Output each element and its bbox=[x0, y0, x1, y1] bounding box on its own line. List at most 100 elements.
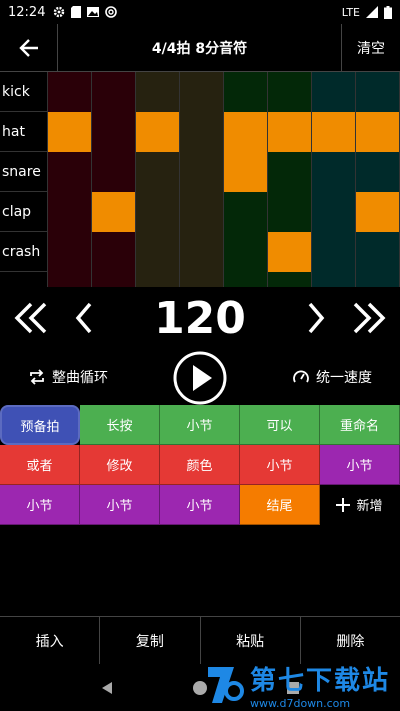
beat-cell[interactable] bbox=[136, 232, 180, 272]
beat-cell[interactable] bbox=[224, 72, 268, 112]
measure-button[interactable]: 或者 bbox=[0, 445, 80, 485]
beat-cell[interactable] bbox=[92, 232, 136, 272]
measure-button[interactable]: 结尾 bbox=[240, 485, 320, 525]
pattern-row: 小节 小节 小节 结尾 新增 bbox=[0, 485, 400, 525]
tempo-decrease-fast-button[interactable] bbox=[0, 300, 64, 336]
beat-cell[interactable] bbox=[268, 272, 312, 287]
back-button[interactable] bbox=[0, 24, 58, 72]
measure-button[interactable]: 小节 bbox=[160, 405, 240, 445]
beat-cell[interactable] bbox=[268, 112, 312, 152]
measure-button[interactable]: 小节 bbox=[320, 445, 400, 485]
grid-row: crash bbox=[0, 232, 400, 272]
beat-cell[interactable] bbox=[180, 232, 224, 272]
nav-back-icon[interactable] bbox=[99, 680, 115, 696]
measure-label: 修改 bbox=[106, 459, 133, 474]
measure-button[interactable]: 小节 bbox=[80, 485, 160, 525]
tempo-increase-fast-button[interactable] bbox=[336, 300, 400, 336]
speed-label: 统一速度 bbox=[316, 370, 372, 386]
beat-cell[interactable] bbox=[312, 112, 356, 152]
arrow-left-icon bbox=[18, 39, 38, 57]
beat-cell[interactable] bbox=[312, 272, 356, 287]
instrument-label[interactable] bbox=[0, 272, 48, 287]
measure-button[interactable]: 重命名 bbox=[320, 405, 400, 445]
beat-cell[interactable] bbox=[356, 152, 400, 192]
bpm-value[interactable]: 120 bbox=[104, 293, 296, 344]
measure-button[interactable]: 小节 bbox=[160, 485, 240, 525]
beat-cell[interactable] bbox=[92, 192, 136, 232]
beat-cell[interactable] bbox=[224, 112, 268, 152]
measure-button[interactable]: 小节 bbox=[240, 445, 320, 485]
grid-row: hat bbox=[0, 112, 400, 152]
instrument-label[interactable]: hat bbox=[0, 112, 48, 151]
beat-cell[interactable] bbox=[136, 112, 180, 152]
beat-cell[interactable] bbox=[180, 112, 224, 152]
measure-label: 可以 bbox=[266, 419, 293, 434]
instrument-label[interactable]: crash bbox=[0, 232, 48, 271]
clear-button[interactable]: 清空 bbox=[342, 24, 400, 71]
tempo-decrease-button[interactable] bbox=[64, 300, 104, 336]
measure-button[interactable]: 长按 bbox=[80, 405, 160, 445]
beat-cell[interactable] bbox=[48, 72, 92, 112]
beat-cell[interactable] bbox=[356, 192, 400, 232]
beat-cell[interactable] bbox=[356, 112, 400, 152]
beat-cell[interactable] bbox=[48, 272, 92, 287]
grid-row bbox=[0, 272, 400, 287]
uniform-speed-button[interactable]: 统一速度 bbox=[292, 367, 372, 387]
measure-button[interactable]: 小节 bbox=[0, 485, 80, 525]
insert-button[interactable]: 插入 bbox=[0, 617, 101, 664]
beat-cell[interactable] bbox=[136, 272, 180, 287]
beat-cell[interactable] bbox=[180, 152, 224, 192]
beat-cell[interactable] bbox=[356, 72, 400, 112]
beat-cell[interactable] bbox=[136, 72, 180, 112]
beat-cell[interactable] bbox=[224, 272, 268, 287]
beat-cell[interactable] bbox=[312, 152, 356, 192]
time-signature-title[interactable]: 4/4拍 8分音符 bbox=[58, 24, 342, 71]
loop-label: 整曲循环 bbox=[52, 370, 108, 386]
measure-label: 小节 bbox=[26, 499, 53, 514]
measure-button[interactable]: 修改 bbox=[80, 445, 160, 485]
measure-label: 或者 bbox=[26, 459, 53, 474]
beat-cell[interactable] bbox=[312, 232, 356, 272]
measure-button[interactable]: 颜色 bbox=[160, 445, 240, 485]
paste-button[interactable]: 粘贴 bbox=[201, 617, 301, 664]
beat-cell[interactable] bbox=[356, 232, 400, 272]
beat-cell[interactable] bbox=[92, 112, 136, 152]
status-time: 12:24 bbox=[8, 4, 46, 20]
beat-cell[interactable] bbox=[312, 72, 356, 112]
beat-cell[interactable] bbox=[180, 192, 224, 232]
beat-cell[interactable] bbox=[48, 232, 92, 272]
measure-label: 小节 bbox=[266, 459, 293, 474]
beat-cell[interactable] bbox=[268, 192, 312, 232]
beat-cell[interactable] bbox=[224, 232, 268, 272]
instrument-label[interactable]: snare bbox=[0, 152, 48, 191]
tempo-increase-button[interactable] bbox=[296, 300, 336, 336]
beat-cell[interactable] bbox=[356, 272, 400, 287]
beat-cell[interactable] bbox=[136, 152, 180, 192]
beat-cell[interactable] bbox=[312, 192, 356, 232]
instrument-label[interactable]: clap bbox=[0, 192, 48, 231]
play-button[interactable] bbox=[172, 350, 228, 406]
beat-cell[interactable] bbox=[268, 232, 312, 272]
beat-cell[interactable] bbox=[224, 152, 268, 192]
delete-button[interactable]: 删除 bbox=[301, 617, 400, 664]
loop-toggle[interactable]: 整曲循环 bbox=[28, 367, 108, 387]
beat-cell[interactable] bbox=[224, 192, 268, 232]
beat-cell[interactable] bbox=[48, 192, 92, 232]
measure-label: 结尾 bbox=[266, 499, 293, 514]
beat-cell[interactable] bbox=[136, 192, 180, 232]
beat-cell[interactable] bbox=[180, 272, 224, 287]
status-bar: 12:24 LTE bbox=[0, 0, 400, 24]
beat-cell[interactable] bbox=[180, 72, 224, 112]
beat-cell[interactable] bbox=[268, 72, 312, 112]
beat-cell[interactable] bbox=[92, 272, 136, 287]
measure-button[interactable]: 可以 bbox=[240, 405, 320, 445]
add-measure-button[interactable]: 新增 bbox=[320, 485, 400, 525]
beat-cell[interactable] bbox=[268, 152, 312, 192]
beat-cell[interactable] bbox=[92, 72, 136, 112]
instrument-label[interactable]: kick bbox=[0, 72, 48, 111]
beat-cell[interactable] bbox=[48, 112, 92, 152]
copy-button[interactable]: 复制 bbox=[100, 617, 201, 664]
beat-cell[interactable] bbox=[92, 152, 136, 192]
beat-cell[interactable] bbox=[48, 152, 92, 192]
measure-button[interactable]: 预备拍 bbox=[0, 405, 80, 445]
